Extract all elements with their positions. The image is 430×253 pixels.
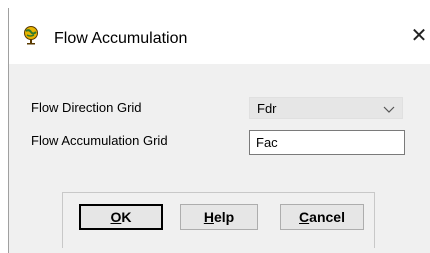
- flow-accumulation-label: Flow Accumulation Grid: [31, 133, 168, 148]
- chevron-down-icon: [383, 106, 395, 113]
- ok-label-rest: K: [121, 209, 132, 225]
- flow-accumulation-input[interactable]: [249, 130, 405, 155]
- dialog-title: Flow Accumulation: [54, 30, 188, 47]
- flow-direction-value: Fdr: [257, 101, 277, 116]
- cancel-mnemonic: C: [299, 209, 310, 225]
- help-button[interactable]: Help: [180, 204, 258, 230]
- globe-pin-icon: [24, 26, 38, 45]
- flow-accumulation-dialog: Flow Accumulation ✕ Flow Direction Grid …: [8, 8, 430, 253]
- cancel-button[interactable]: Cancel: [280, 204, 364, 230]
- close-button[interactable]: ✕: [407, 22, 430, 50]
- help-mnemonic: H: [203, 209, 214, 225]
- dialog-client-area: Flow Direction Grid Fdr Flow Accumulatio…: [9, 64, 430, 253]
- flow-direction-select[interactable]: Fdr: [249, 97, 403, 119]
- title-bar: Flow Accumulation ✕: [9, 8, 430, 64]
- flow-direction-label: Flow Direction Grid: [31, 100, 142, 115]
- ok-button[interactable]: OK: [79, 204, 163, 230]
- close-icon: ✕: [410, 25, 428, 47]
- ok-mnemonic: O: [110, 209, 122, 225]
- cancel-label-rest: ancel: [309, 209, 345, 225]
- help-label-rest: elp: [213, 209, 235, 225]
